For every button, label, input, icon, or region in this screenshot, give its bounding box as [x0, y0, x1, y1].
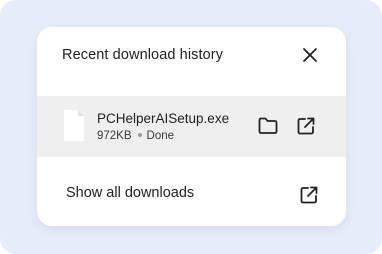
background-frame: Recent download history PCHelperAISetup.…	[0, 0, 382, 254]
close-button[interactable]	[299, 44, 321, 66]
download-meta: 972KB Done	[97, 130, 174, 142]
download-history-panel: Recent download history PCHelperAISetup.…	[37, 27, 346, 226]
download-status: Done	[146, 130, 175, 142]
download-item[interactable]: PCHelperAISetup.exe 972KB Done	[37, 96, 346, 157]
panel-header: Recent download history	[37, 27, 346, 95]
download-size: 972KB	[97, 130, 132, 142]
folder-icon	[258, 117, 278, 134]
separator-dot	[137, 132, 142, 137]
show-in-folder-button[interactable]	[257, 116, 279, 136]
open-file-button[interactable]	[295, 115, 317, 137]
open-external-icon	[300, 186, 318, 204]
show-all-button[interactable]	[298, 184, 320, 206]
show-all-downloads-link[interactable]: Show all downloads	[37, 157, 346, 226]
file-icon	[63, 109, 85, 142]
close-icon	[303, 48, 317, 62]
open-external-icon	[297, 117, 315, 135]
download-filename: PCHelperAISetup.exe	[97, 111, 230, 126]
panel-title: Recent download history	[62, 47, 224, 63]
show-all-label: Show all downloads	[66, 185, 195, 201]
